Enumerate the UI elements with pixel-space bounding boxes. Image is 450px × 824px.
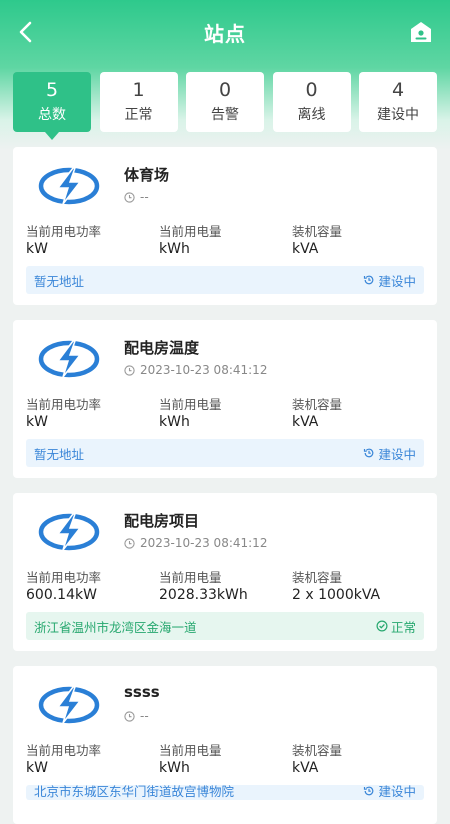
power-value: kW: [26, 760, 48, 776]
tab-label: 告警: [211, 107, 239, 123]
capacity-value: 2 x 1000kVA: [292, 587, 381, 603]
tab-count: 4: [391, 79, 405, 101]
tab-offline[interactable]: 0 离线: [272, 72, 351, 132]
tab-alarm[interactable]: 0 告警: [186, 72, 264, 132]
time-text: --: [140, 709, 149, 723]
power-label: 当前用电功率: [26, 570, 102, 585]
clock-icon: [124, 191, 135, 203]
status-badge: 建设中: [363, 444, 416, 463]
address-bar: 浙江省温州市龙湾区金海一道 正常: [26, 612, 424, 640]
capacity-value: kVA: [292, 414, 319, 430]
tab-count: 1: [132, 79, 145, 101]
station-card[interactable]: 体育场 -- 当前用电功率 当前用电量 装机容量 kW kWh kVA 暂无地址…: [13, 147, 437, 305]
station-name: 配电房项目: [124, 512, 200, 530]
check-circle-icon: [376, 620, 388, 632]
energy-value: kWh: [159, 241, 190, 257]
capacity-value: kVA: [292, 760, 319, 776]
capacity-label: 装机容量: [292, 224, 343, 239]
energy-value: 2028.33kWh: [159, 587, 248, 603]
tab-total[interactable]: 5 总数: [13, 72, 91, 140]
address-text: 暂无地址: [34, 446, 85, 462]
time-text: 2023-10-23 08:41:12: [140, 536, 268, 550]
power-value: kW: [26, 241, 48, 257]
update-time: 2023-10-23 08:41:12: [124, 536, 267, 550]
tab-building[interactable]: 4 建设中: [359, 72, 437, 132]
station-name: ssss: [124, 683, 160, 701]
capacity-value: kVA: [292, 241, 319, 257]
power-value: kW: [26, 414, 48, 430]
address-text: 暂无地址: [34, 273, 85, 289]
address-text: 北京市东城区东华门街道故宫博物院: [34, 785, 235, 799]
home-icon[interactable]: [408, 19, 434, 45]
energy-value: kWh: [159, 760, 190, 776]
capacity-label: 装机容量: [292, 397, 343, 412]
station-name: 配电房温度: [124, 339, 200, 357]
status-text: 正常: [390, 619, 416, 635]
power-label: 当前用电功率: [26, 224, 102, 239]
station-card[interactable]: 配电房温度 2023-10-23 08:41:12 当前用电功率 当前用电量 装…: [13, 320, 437, 478]
time-text: 2023-10-23 08:41:12: [140, 363, 268, 377]
clock-icon: [124, 710, 135, 722]
address-bar: 北京市东城区东华门街道故宫博物院 建设中: [26, 785, 424, 800]
clock-icon: [124, 364, 135, 376]
energy-label: 当前用电量: [159, 570, 222, 585]
clock-icon: [124, 537, 135, 549]
station-name: 体育场: [124, 166, 170, 184]
capacity-label: 装机容量: [292, 570, 343, 585]
energy-label: 当前用电量: [159, 224, 222, 239]
tab-count: 0: [218, 79, 232, 101]
station-card[interactable]: ssss -- 当前用电功率 当前用电量 装机容量 kW kWh kVA 北京市…: [13, 666, 437, 824]
status-badge: 建设中: [363, 271, 416, 290]
status-badge: 建设中: [363, 785, 416, 800]
tab-label: 离线: [297, 107, 326, 123]
app-header: 站点: [0, 0, 450, 64]
update-time: --: [124, 709, 149, 723]
history-icon: [364, 448, 374, 458]
energy-label: 当前用电量: [159, 743, 222, 758]
tab-count: 0: [305, 79, 318, 101]
status-text: 建设中: [378, 273, 416, 289]
time-text: --: [140, 190, 149, 204]
status-tabs: 5 总数 1 正常 0 告警 0 离线 4 建设中: [13, 72, 437, 140]
status-text: 建设中: [378, 785, 416, 799]
history-icon: [364, 275, 374, 285]
lightning-logo-icon: [38, 686, 100, 724]
address-bar: 暂无地址 建设中: [26, 439, 424, 467]
address-text: 浙江省温州市龙湾区金海一道: [34, 619, 197, 635]
tab-label: 建设中: [377, 107, 419, 123]
status-text: 建设中: [378, 446, 416, 462]
back-arrow-icon[interactable]: [12, 18, 40, 46]
tab-normal[interactable]: 1 正常: [99, 72, 178, 132]
update-time: --: [124, 190, 149, 204]
history-icon: [364, 786, 374, 795]
tab-label: 正常: [124, 107, 153, 123]
lightning-logo-icon: [38, 167, 100, 205]
address-bar: 暂无地址 建设中: [26, 266, 424, 294]
tab-label: 总数: [38, 107, 66, 123]
energy-value: kWh: [159, 414, 190, 430]
power-label: 当前用电功率: [26, 397, 102, 412]
capacity-label: 装机容量: [292, 743, 343, 758]
power-label: 当前用电功率: [26, 743, 102, 758]
page-title: 站点: [204, 21, 246, 46]
lightning-logo-icon: [38, 513, 100, 551]
energy-label: 当前用电量: [159, 397, 222, 412]
tab-count: 5: [45, 79, 59, 101]
station-card[interactable]: 配电房项目 2023-10-23 08:41:12 当前用电功率 当前用电量 装…: [13, 493, 437, 651]
update-time: 2023-10-23 08:41:12: [124, 363, 267, 377]
status-badge: 正常: [376, 617, 416, 636]
power-value: 600.14kW: [26, 587, 97, 603]
lightning-logo-icon: [38, 340, 100, 378]
